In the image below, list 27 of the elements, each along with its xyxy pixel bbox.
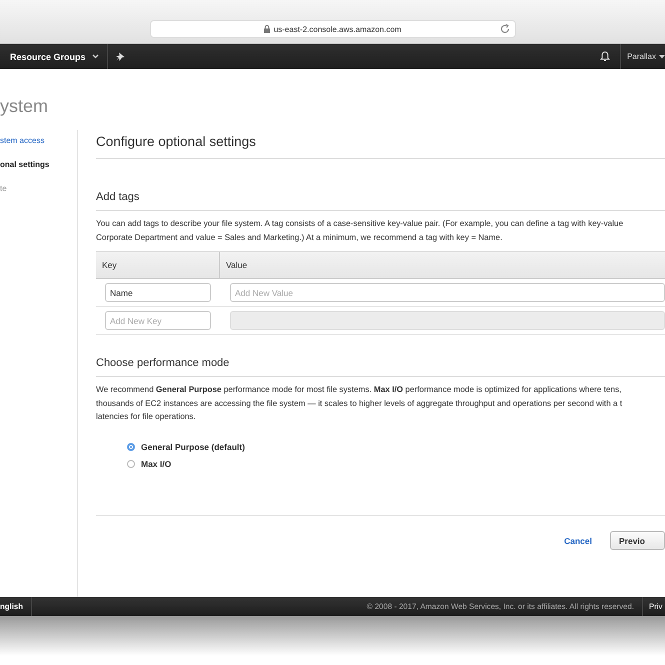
radio-label[interactable]: General Purpose (default) [141, 442, 245, 452]
reload-icon[interactable] [500, 24, 510, 34]
pin-icon[interactable] [116, 52, 125, 62]
url-text: us-east-2.console.aws.amazon.com [274, 24, 402, 34]
address-bar[interactable]: us-east-2.console.aws.amazon.com [150, 20, 516, 38]
column-header: Key [96, 252, 220, 278]
resource-groups-menu[interactable]: Resource Groups [0, 44, 108, 69]
wizard-step[interactable]: stem access [0, 136, 77, 160]
caret-icon [659, 54, 665, 58]
wizard-step[interactable]: onal settings [0, 160, 77, 184]
description-text: We recommend General Purpose performance mode for most file systems. Max I/O performance mode is optimized for applications where tens, thousands of EC2 instances are accessing the file system — it scales to higher levels of aggregate throughput and operations per second with a t latencies for file operations. [96, 384, 624, 423]
radio-button[interactable] [127, 443, 135, 451]
lock-icon [264, 25, 270, 33]
subsection-title: Choose performance mode [96, 357, 665, 377]
column-header: Value [225, 259, 248, 272]
description-text: You can add tags to describe your file system. A tag consists of a case-sensitive key-value pair. (For example, you can define a tag with key-value Corporate Department and value = Sales and Marketing.) At a minimum, we recommend a tag with key = Name. [96, 218, 624, 244]
value-field[interactable]: Add New Value [230, 283, 665, 302]
bell-icon[interactable] [600, 51, 610, 62]
key-field[interactable]: Name [105, 283, 211, 302]
section-title: Configure optional settings [96, 130, 665, 159]
account-menu[interactable]: Parallax [620, 44, 665, 69]
previous-button[interactable]: Previo [610, 531, 665, 550]
subsection-title: Add tags [96, 191, 665, 211]
radio-label[interactable]: Max I/O [141, 459, 172, 469]
cancel-link[interactable]: Cancel [564, 536, 592, 546]
caret-icon [92, 54, 99, 59]
radio-button[interactable] [127, 460, 135, 468]
